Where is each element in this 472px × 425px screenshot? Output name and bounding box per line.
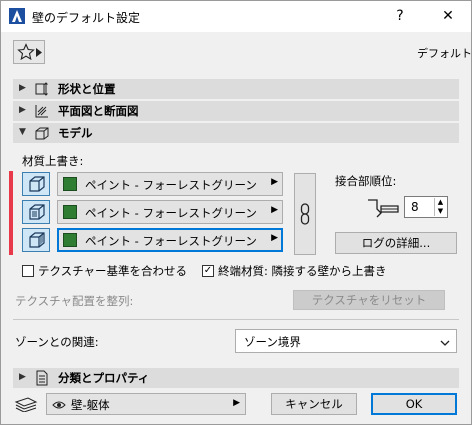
junction-priority-input[interactable]: 8 ▲ ▼ — [404, 196, 448, 218]
junction-priority-label: 接合部順位: — [335, 174, 397, 188]
triangle-right-icon — [36, 47, 42, 60]
zone-relation-label: ゾーンとの関連: — [15, 335, 99, 349]
triangle-right-icon: ▶ — [233, 398, 240, 408]
material-select-2[interactable]: ペイント - フォーレストグリーン ▶ — [57, 200, 283, 224]
material-select-1[interactable]: ペイント - フォーレストグリーン ▶ — [57, 172, 283, 196]
title-bar: 壁のデフォルト設定 ? ✕ — [1, 1, 471, 32]
wall-default-settings-dialog: 壁のデフォルト設定 ? ✕ デフォルト ▶ 形状と位置 ▶ 平面図と断面図 ▼ … — [0, 0, 472, 425]
triangle-right-icon: ▶ — [271, 177, 278, 187]
section-model-label: モデル — [58, 126, 93, 140]
material-override-toggle-2[interactable] — [22, 200, 50, 224]
section-classification[interactable]: ▶ 分類とプロパティ — [13, 368, 459, 388]
chain-icon — [300, 203, 310, 228]
section-plan-label: 平面図と断面図 — [58, 104, 139, 118]
plan-section-icon — [34, 103, 50, 119]
end-material-checkbox[interactable]: ✓ — [202, 265, 214, 277]
link-materials-button[interactable] — [294, 173, 316, 255]
app-logo-icon — [9, 8, 25, 24]
junction-priority-icon — [367, 197, 401, 222]
section-shape-label: 形状と位置 — [58, 82, 116, 96]
divider — [13, 319, 459, 320]
material-name: ペイント - フォーレストグリーン — [85, 234, 257, 248]
spin-down-button[interactable]: ▼ — [434, 207, 446, 216]
zone-relation-value: ゾーン境界 — [244, 335, 301, 349]
layer-select[interactable]: 壁-躯体 ▶ — [46, 393, 246, 415]
material-select-3[interactable]: ペイント - フォーレストグリーン ▶ — [57, 228, 283, 252]
shape-position-icon — [34, 81, 50, 97]
default-label: デフォルト — [417, 47, 472, 60]
material-swatch — [63, 233, 77, 247]
expand-arrow-icon: ▶ — [19, 105, 26, 115]
end-material-label: 終端材質: 隣接する壁から上書き — [218, 264, 387, 278]
layer-value: 壁-躯体 — [71, 398, 110, 412]
help-button[interactable]: ? — [377, 1, 423, 32]
layer-icon — [14, 396, 38, 415]
material-override-label: 材質上書き: — [22, 154, 84, 168]
material-swatch — [63, 205, 77, 219]
junction-priority-value: 8 — [411, 200, 419, 214]
material-name: ペイント - フォーレストグリーン — [85, 178, 257, 192]
wall-side-icon — [27, 203, 47, 224]
cancel-button[interactable]: キャンセル — [271, 393, 357, 415]
cube-icon — [27, 175, 47, 196]
material-name: ペイント - フォーレストグリーン — [85, 206, 257, 220]
chevron-down-icon — [440, 337, 450, 350]
favorites-button[interactable] — [13, 40, 45, 64]
zone-relation-select[interactable]: ゾーン境界 — [235, 329, 457, 353]
eye-icon — [52, 399, 66, 413]
expand-arrow-icon: ▶ — [19, 83, 26, 93]
triangle-right-icon: ▶ — [271, 233, 278, 243]
document-icon — [34, 370, 50, 386]
triangle-right-icon: ▶ — [271, 205, 278, 215]
material-swatch — [63, 177, 77, 191]
model-icon — [34, 125, 50, 141]
material-override-toggle-3[interactable] — [22, 228, 50, 252]
expand-arrow-icon: ▶ — [19, 372, 26, 382]
close-button[interactable]: ✕ — [425, 1, 471, 32]
wall-other-side-icon — [27, 231, 47, 252]
texture-reset-button[interactable]: テクスチャをリセット — [293, 290, 445, 310]
ok-button[interactable]: OK — [371, 393, 457, 415]
section-classification-label: 分類とプロパティ — [58, 371, 150, 385]
log-details-button[interactable]: ログの詳細... — [335, 232, 457, 254]
spin-up-button[interactable]: ▲ — [434, 198, 446, 207]
section-model[interactable]: ▼ モデル — [13, 123, 459, 143]
dialog-title: 壁のデフォルト設定 — [32, 11, 141, 25]
section-plan-section[interactable]: ▶ 平面図と断面図 — [13, 101, 459, 121]
material-override-toggle-1[interactable] — [22, 172, 50, 196]
collapse-arrow-icon: ▼ — [19, 127, 26, 137]
texture-align-checkbox[interactable] — [22, 265, 34, 277]
section-shape-position[interactable]: ▶ 形状と位置 — [13, 79, 459, 99]
highlight-bar — [9, 171, 13, 255]
star-icon — [17, 43, 35, 61]
texture-align-label: テクスチャー基準を合わせる — [38, 264, 188, 278]
texture-arrange-label: テクスチャ配置を整列: — [15, 294, 134, 308]
